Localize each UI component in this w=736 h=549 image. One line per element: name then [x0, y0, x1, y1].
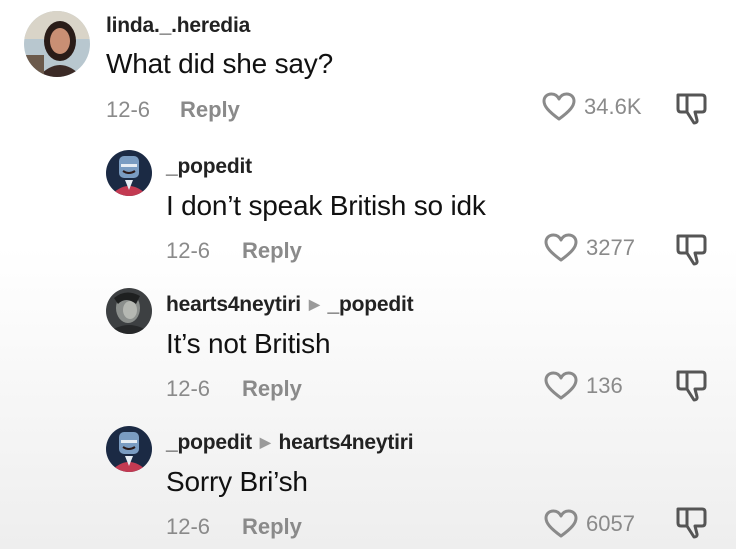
comment-item: linda._.heredia What did she say? 12-6 R…	[0, 0, 736, 140]
like-button[interactable]: 136	[544, 371, 623, 401]
reply-button[interactable]: Reply	[180, 97, 240, 123]
avatar[interactable]	[24, 11, 90, 77]
dislike-button[interactable]	[674, 506, 708, 545]
username-text[interactable]: _popedit	[166, 431, 252, 454]
comment-text: Sorry Bri’sh	[166, 466, 308, 497]
avatar[interactable]	[106, 288, 152, 334]
thumbs-down-icon	[676, 93, 707, 125]
reply-button[interactable]: Reply	[242, 376, 302, 402]
triangle-right-icon: ▶	[308, 296, 320, 312]
comment-date: 12-6	[106, 97, 151, 122]
reply-item: hearts4neytiri ▶ _popedit It’s not British…	[0, 280, 736, 418]
comment-text: What did she say?	[106, 48, 333, 79]
comment-date: 12-6	[166, 376, 211, 401]
dislike-button[interactable]	[674, 92, 708, 131]
thumbs-down-icon	[676, 370, 707, 402]
heart-outline-icon	[544, 509, 578, 538]
reply-to-username[interactable]: _popedit	[328, 293, 414, 316]
comment-username[interactable]: _popedit	[166, 155, 252, 179]
like-button[interactable]: 3277	[544, 233, 635, 263]
heart-outline-icon	[542, 92, 576, 121]
avatar[interactable]	[106, 426, 152, 472]
reply-button[interactable]: Reply	[242, 514, 302, 540]
reply-to-username[interactable]: hearts4neytiri	[278, 431, 413, 454]
dislike-button[interactable]	[674, 369, 708, 408]
username-text[interactable]: hearts4neytiri	[166, 293, 301, 316]
like-count: 3277	[586, 235, 635, 260]
username-text[interactable]: _popedit	[166, 155, 252, 178]
thumbs-down-icon	[676, 234, 707, 266]
comment-username[interactable]: _popedit ▶ hearts4neytiri	[166, 431, 414, 455]
comment-username[interactable]: linda._.heredia	[106, 14, 250, 38]
triangle-right-icon: ▶	[259, 434, 271, 450]
comment-text: I don’t speak British so idk	[166, 190, 486, 221]
reply-item: _popedit I don’t speak British so idk 12…	[0, 140, 736, 280]
comment-username[interactable]: hearts4neytiri ▶ _popedit	[166, 293, 414, 317]
comment-date: 12-6	[166, 238, 211, 263]
reply-item: _popedit ▶ hearts4neytiri Sorry Bri’sh 12-…	[0, 418, 736, 549]
heart-outline-icon	[544, 233, 578, 262]
like-button[interactable]: 34.6K	[542, 92, 642, 122]
thumbs-down-icon	[676, 507, 707, 539]
avatar[interactable]	[106, 150, 152, 196]
reply-button[interactable]: Reply	[242, 238, 302, 264]
like-count: 34.6K	[584, 94, 642, 119]
heart-outline-icon	[544, 371, 578, 400]
like-count: 6057	[586, 511, 635, 536]
comment-date: 12-6	[166, 514, 211, 539]
comment-text: It’s not British	[166, 328, 331, 359]
username-text[interactable]: linda._.heredia	[106, 14, 250, 37]
like-button[interactable]: 6057	[544, 509, 635, 539]
dislike-button[interactable]	[674, 233, 708, 272]
like-count: 136	[586, 373, 623, 398]
